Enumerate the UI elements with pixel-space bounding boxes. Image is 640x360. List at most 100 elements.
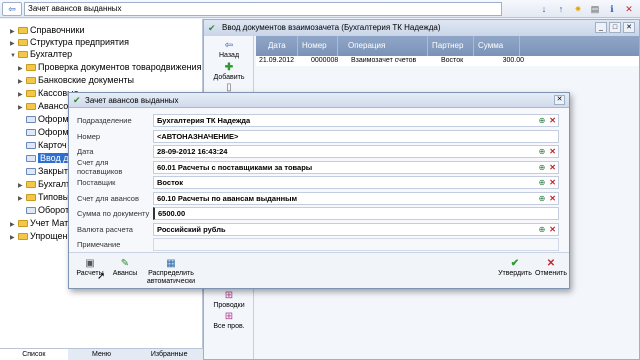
folder-icon — [18, 27, 28, 34]
approve-button[interactable]: ✔ Утвердить — [497, 257, 533, 278]
column-header-operation[interactable]: Операция — [338, 36, 428, 56]
tree-item-input-docs[interactable]: Ввод до — [18, 152, 76, 164]
tab-favorites[interactable]: Избранные — [135, 349, 203, 360]
column-header-number[interactable]: Номер — [298, 36, 338, 56]
field-actions: ⊕ ✕ — [539, 162, 556, 173]
tree-item-label: Бухгалт — [38, 179, 71, 189]
currency-field[interactable]: Российский рубль ⊕ ✕ — [153, 222, 559, 236]
expand-icon[interactable]: ▶ — [10, 232, 18, 244]
tree-item-oform-1[interactable]: Оформ — [18, 113, 69, 125]
column-header-partner[interactable]: Партнер — [428, 36, 474, 56]
minimize-icon[interactable]: _ — [595, 22, 607, 33]
postings-icon: ⊞ — [224, 290, 234, 301]
tree-item-simplified[interactable]: ▶ Упрощенн — [10, 230, 72, 242]
tree-item-materials[interactable]: ▶ Учет Мате — [10, 217, 73, 229]
field-label: Валюта расчета — [77, 224, 133, 234]
advances-button-label: Авансы — [112, 270, 138, 277]
cell-sum: 300.00 — [502, 57, 524, 64]
tree-item-label: Закрыт — [38, 166, 68, 176]
field-actions: ⊕ ✕ — [539, 224, 556, 235]
department-field[interactable]: Бухгалтерия ТК Надежда ⊕ ✕ — [153, 114, 559, 128]
column-header-sum[interactable]: Сумма — [474, 36, 520, 56]
back-arrow-icon[interactable]: ⇦ — [2, 2, 22, 16]
window-title-field: Зачет авансов выданных — [24, 2, 502, 16]
tree-item-closing[interactable]: Закрыт — [18, 165, 68, 177]
clear-icon[interactable]: ✕ — [549, 115, 556, 126]
calendar-icon[interactable]: ⊕ — [539, 146, 546, 157]
tree-item-spravochniki[interactable]: ▶ Справочники — [10, 24, 85, 36]
field-label: Подразделение — [77, 116, 132, 126]
date-field[interactable]: 28-09-2012 16:43:24 ⊕ ✕ — [153, 145, 559, 159]
grid-header: Дата Номер Операция Партнер Сумма — [256, 36, 639, 56]
tree-item-bank-docs[interactable]: ▶ Банковские документы — [18, 74, 134, 86]
search-icon[interactable]: ⊕ — [539, 224, 546, 235]
up-arrow-icon[interactable]: ↑ — [554, 2, 568, 16]
checkmark-icon: ✔ — [510, 258, 520, 269]
star-icon[interactable]: ✷ — [571, 2, 585, 16]
supplier-field[interactable]: Восток ⊕ ✕ — [153, 176, 559, 190]
clear-icon[interactable]: ✕ — [549, 224, 556, 235]
back-button[interactable]: ⇦ Назад — [206, 40, 252, 59]
field-value: Бухгалтерия ТК Надежда — [157, 116, 251, 126]
documents-grid: Дата Номер Операция Партнер Сумма 21.09.… — [256, 36, 639, 66]
distribute-icon: ▦ — [166, 258, 176, 269]
dialog-form: Подразделение Бухгалтерия ТК Надежда ⊕ ✕ … — [75, 113, 565, 253]
tree-item-accountant[interactable]: ▼ Бухгалтер — [10, 48, 72, 60]
tree-item-label: Справочники — [30, 25, 85, 35]
search-icon[interactable]: ⊕ — [539, 177, 546, 188]
supplier-account-field[interactable]: 60.01 Расчеты с поставщиками за товары ⊕… — [153, 160, 559, 174]
tree-item-advances[interactable]: ▶ Авансов — [18, 100, 73, 112]
tree-item-cards[interactable]: Карточ — [18, 139, 67, 151]
field-value: 6500.00 — [158, 209, 186, 219]
dialog-titlebar: ✔ Зачет авансов выданных ✕ — [69, 93, 569, 108]
advance-account-field[interactable]: 60.10 Расчеты по авансам выданным ⊕ ✕ — [153, 191, 559, 205]
distribute-automatically-button[interactable]: ▦ Распределить автоматически — [145, 257, 197, 286]
advances-button[interactable]: ✎ Авансы — [109, 257, 141, 278]
tree-item-oform-2[interactable]: Оформ — [18, 126, 69, 138]
tree-item-structure[interactable]: ▶ Структура предприятия — [10, 36, 129, 48]
number-field[interactable]: <АВТОНАЗНАЧЕНИЕ> — [153, 129, 559, 143]
field-label: Номер — [77, 131, 101, 141]
field-actions: ⊕ ✕ — [539, 193, 556, 204]
all-postings-button[interactable]: ⊞ Все пров. — [206, 311, 252, 330]
note-field[interactable] — [153, 238, 559, 252]
column-header-date[interactable]: Дата — [256, 36, 298, 56]
maximize-icon[interactable]: □ — [609, 22, 621, 33]
search-icon[interactable]: ⊕ — [539, 162, 546, 173]
folder-icon — [26, 103, 36, 110]
add-button[interactable]: ✚ Добавить — [206, 62, 252, 81]
folder-icon — [26, 77, 36, 84]
down-arrow-icon[interactable]: ↓ — [537, 2, 551, 16]
search-icon[interactable]: ⊕ — [539, 193, 546, 204]
payments-button[interactable]: ▣ Расчеты ➚ — [75, 257, 105, 282]
field-value: Российский рубль — [157, 224, 226, 234]
tree-item-turnover[interactable]: Оборот — [18, 204, 69, 216]
cancel-button[interactable]: ✕ Отменить — [535, 257, 567, 278]
documents-window-titlebar: ✔ Ввод документов взаимозачета (Бухгалте… — [204, 20, 639, 36]
close-icon[interactable]: ✕ — [554, 95, 565, 105]
tab-list[interactable]: Список — [0, 349, 68, 360]
collapse-icon[interactable]: ▼ — [10, 50, 18, 62]
document-icon — [26, 142, 36, 149]
tab-menu[interactable]: Меню — [68, 349, 136, 360]
table-row[interactable]: 21.09.2012 0000008 Взаимозачет счетов Во… — [256, 56, 639, 66]
search-icon[interactable]: ⊕ — [539, 115, 546, 126]
clear-icon[interactable]: ✕ — [549, 193, 556, 204]
close-icon[interactable]: ✕ — [622, 2, 636, 16]
field-row-date: Дата 28-09-2012 16:43:24 ⊕ ✕ — [75, 144, 565, 160]
tree-item-accounting[interactable]: ▶ Бухгалт — [18, 178, 70, 190]
clear-icon[interactable]: ✕ — [549, 177, 556, 188]
clear-icon[interactable]: ✕ — [549, 146, 556, 157]
top-bar: ⇦ Зачет авансов выданных ↓ ↑ ✷ ▤ ℹ ✕ — [0, 0, 640, 18]
clear-icon[interactable]: ✕ — [549, 162, 556, 173]
info-icon[interactable]: ℹ — [605, 2, 619, 16]
tree-item-check-docs[interactable]: ▶ Проверка документов товародвижения — [18, 61, 201, 73]
tree-item-label: Карточ — [38, 140, 67, 150]
tree-item-typical[interactable]: ▶ Типовы — [18, 191, 69, 203]
print-icon[interactable]: ▤ — [588, 2, 602, 16]
postings-button[interactable]: ⊞ Проводки — [206, 290, 252, 309]
folder-icon — [26, 181, 36, 188]
bottom-tabs: Список Меню Избранные — [0, 348, 203, 360]
close-icon[interactable]: ✕ — [623, 22, 635, 33]
document-sum-input[interactable]: 6500.00 — [153, 207, 559, 221]
